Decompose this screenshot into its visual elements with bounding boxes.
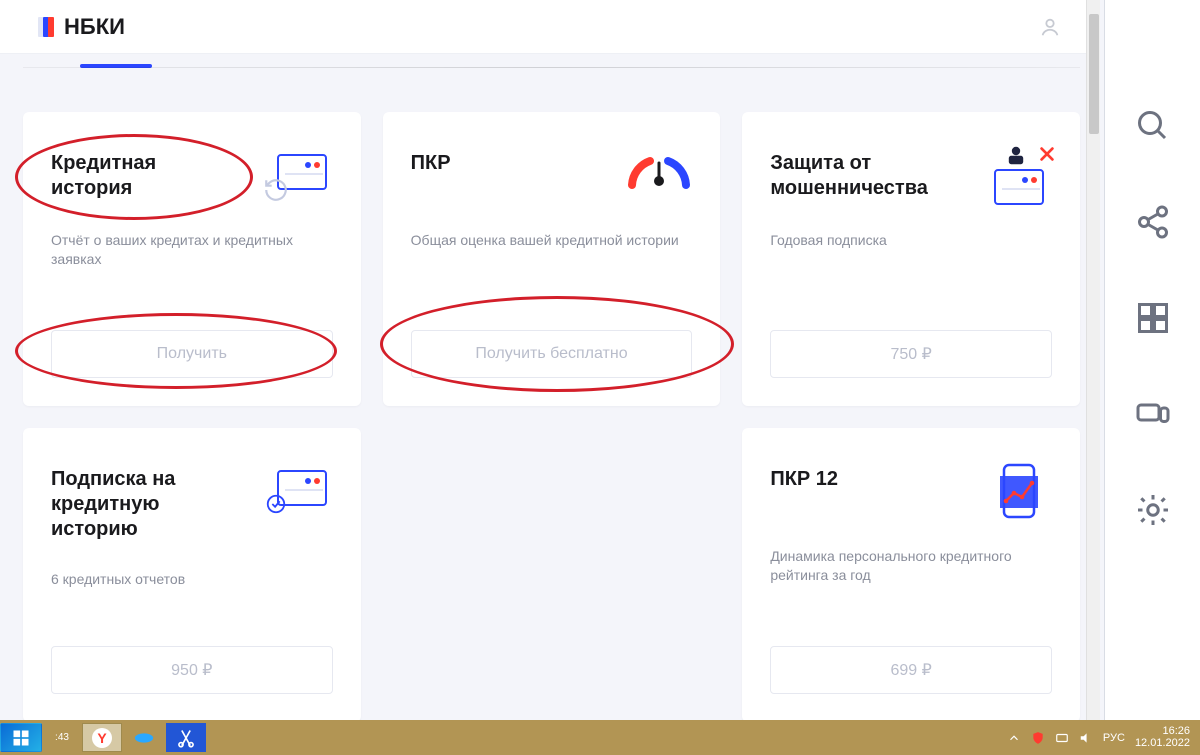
card-button-label: 750 ₽	[890, 344, 931, 364]
start-button[interactable]	[0, 723, 42, 752]
system-tray: РУС 16:26 12.01.2022	[1007, 726, 1200, 749]
taskbar-app-snip[interactable]	[166, 723, 206, 752]
tray-language[interactable]: РУС	[1103, 732, 1125, 744]
card-button-get-free[interactable]: Получить бесплатно	[411, 330, 693, 378]
credit-report-icon	[267, 151, 333, 203]
search-icon[interactable]	[1135, 108, 1171, 144]
card-subtitle: Отчёт о ваших кредитах и кредитных заявк…	[51, 231, 333, 269]
brand-text: НБКИ	[64, 14, 125, 40]
subscription-icon	[267, 467, 333, 519]
start-icon[interactable]	[1135, 300, 1171, 336]
fraud-icon	[986, 151, 1052, 203]
card-button-label: Получить бесплатно	[475, 345, 627, 363]
page: НБКИ Кредитная история Отчёт о ваших кре…	[0, 0, 1101, 720]
card-title: Защита от мошенничества	[770, 151, 962, 201]
tray-shield-icon[interactable]	[1031, 731, 1045, 745]
card-title: ПКР	[411, 151, 451, 176]
scrollbar[interactable]	[1086, 0, 1100, 720]
card-pkr: ПКР Общая оценка вашей кредитной истории…	[383, 112, 721, 406]
card-button-price[interactable]: 750 ₽	[770, 330, 1052, 378]
cards-grid: Кредитная история Отчёт о ваших кредитах…	[23, 112, 1080, 722]
card-subtitle: 6 кредитных отчетов	[51, 570, 333, 589]
card-pkr12: ПКР 12 Динамика персонального кредитного…	[742, 428, 1080, 722]
card-button-get[interactable]: Получить	[51, 330, 333, 378]
card-button-price[interactable]: 699 ₽	[770, 646, 1052, 694]
devices-icon[interactable]	[1135, 396, 1171, 432]
card-button-label: 699 ₽	[890, 660, 931, 680]
card-subtitle: Общая оценка вашей кредитной истории	[411, 231, 693, 250]
tray-date: 12.01.2022	[1135, 738, 1190, 750]
gauge-icon	[626, 151, 692, 203]
brand-logo-icon	[38, 17, 54, 37]
tray-time: 16:26	[1135, 726, 1190, 738]
taskbar: :43 Y РУС 16:26 12.01.2022	[0, 720, 1200, 755]
phone-chart-icon	[986, 467, 1052, 519]
card-button-label: 950 ₽	[171, 660, 212, 680]
tray-chevron-icon[interactable]	[1007, 731, 1021, 745]
taskbar-divider: :43	[44, 723, 80, 752]
card-credit-history: Кредитная история Отчёт о ваших кредитах…	[23, 112, 361, 406]
share-icon[interactable]	[1135, 204, 1171, 240]
card-subtitle: Годовая подписка	[770, 231, 1052, 250]
card-subtitle: Динамика персонального кредитного рейтин…	[770, 547, 1052, 585]
card-button-label: Получить	[157, 345, 227, 363]
tray-clock[interactable]: 16:26 12.01.2022	[1135, 726, 1190, 749]
os-sidebar	[1104, 0, 1200, 720]
card-title: ПКР 12	[770, 467, 838, 492]
brand[interactable]: НБКИ	[38, 14, 125, 40]
card-button-price[interactable]: 950 ₽	[51, 646, 333, 694]
settings-icon[interactable]	[1135, 492, 1171, 528]
taskbar-app-yandex[interactable]: Y	[82, 723, 122, 752]
divider	[23, 67, 1080, 68]
card-title: Кредитная история	[51, 151, 243, 201]
tray-volume-icon[interactable]	[1079, 731, 1093, 745]
card-title: Подписка на кредитную историю	[51, 467, 243, 542]
topbar: НБКИ	[0, 0, 1099, 54]
card-history-subscription: Подписка на кредитную историю 6 кредитны…	[23, 428, 361, 722]
taskbar-app-2[interactable]	[124, 723, 164, 752]
user-icon[interactable]	[1039, 16, 1061, 38]
tray-network-icon[interactable]	[1055, 731, 1069, 745]
card-fraud-protection: Защита от мошенничества Годовая подписка…	[742, 112, 1080, 406]
